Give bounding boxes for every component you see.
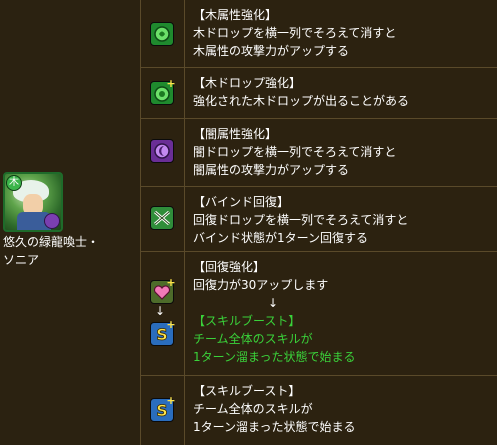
awakening-text: 【木ドロップ強化】 強化された木ドロップが出ることがある xyxy=(193,74,495,110)
awakening-text: 【バインド回復】 回復ドロップを横一列でそろえて消すと バインド状態が1ターン回… xyxy=(193,193,495,247)
awakening-table: 木 悠久の緑龍喚士・ ソニア 【木属性強化】 木ドロップを横一列でそろえて消すと… xyxy=(0,0,497,445)
awakening-row: 【バインド回復】 回復ドロップを横一列でそろえて消すと バインド状態が1ターン回… xyxy=(141,187,497,252)
awakening-desc: 闇ドロップを横一列でそろえて消すと xyxy=(193,145,397,159)
monster-card[interactable]: 木 悠久の緑龍喚士・ ソニア xyxy=(3,172,139,269)
awakening-title: 【バインド回復】 xyxy=(193,195,290,209)
awakening-title: 【木ドロップ強化】 xyxy=(193,76,302,90)
monster-column: 木 悠久の緑龍喚士・ ソニア xyxy=(0,0,141,445)
super-awakening-desc: チーム全体のスキルが xyxy=(193,332,313,346)
awakening-text: 【回復強化】 回復力が30アップします ↓ 【スキルブースト】 チーム全体のスキ… xyxy=(193,258,495,366)
down-arrow-icon: ↓ xyxy=(155,304,166,318)
wood-row-enhance-icon[interactable] xyxy=(150,22,174,46)
awakening-text: 【闇属性強化】 闇ドロップを横一列でそろえて消すと 闇属性の攻撃力がアップする xyxy=(193,125,495,179)
dark-row-enhance-icon[interactable] xyxy=(150,139,174,163)
wood-attribute-icon: 木 xyxy=(6,175,22,191)
awakening-text: 【スキルブースト】 チーム全体のスキルが 1ターン溜まった状態で始まる xyxy=(193,382,495,436)
awakening-list: 【木属性強化】 木ドロップを横一列でそろえて消すと 木属性の攻撃力がアップする … xyxy=(141,0,497,445)
skill-boost-icon[interactable]: S + xyxy=(150,394,176,422)
awakening-icon-cell xyxy=(141,0,185,67)
monster-name-line2: ソニア xyxy=(3,253,40,267)
monster-portrait[interactable]: 木 xyxy=(3,172,63,232)
awakening-icon-cell xyxy=(141,119,185,186)
awakening-desc: 1ターン溜まった状態で始まる xyxy=(193,420,356,434)
plus-icon: + xyxy=(166,276,176,289)
plus-icon: + xyxy=(166,77,176,90)
awakening-title: 【木属性強化】 xyxy=(193,8,278,22)
awakening-desc: 回復力が30アップします xyxy=(193,278,329,292)
enhanced-wood-orb-icon[interactable]: + xyxy=(150,77,176,105)
dark-subattribute-icon xyxy=(44,213,60,229)
awakening-icon-cell: + xyxy=(141,68,185,118)
awakening-title: 【回復強化】 xyxy=(193,260,266,274)
awakening-title: 【闇属性強化】 xyxy=(193,127,278,141)
awakening-desc: 回復ドロップを横一列でそろえて消すと xyxy=(193,213,409,227)
awakening-icon-cell: + ↓ S + xyxy=(141,252,185,375)
awakening-icon-cell xyxy=(141,187,185,251)
plus-icon: + xyxy=(166,318,176,331)
awakening-desc: 木属性の攻撃力がアップする xyxy=(193,44,350,58)
down-arrow-icon: ↓ xyxy=(268,296,279,310)
skill-boost-icon[interactable]: S + xyxy=(150,318,176,346)
monster-name[interactable]: 悠久の緑龍喚士・ ソニア xyxy=(3,233,139,269)
awakening-icon-cell: S + xyxy=(141,376,185,445)
recovery-boost-icon[interactable]: + xyxy=(150,276,176,304)
plus-icon: + xyxy=(166,394,176,407)
awakening-desc: 闇属性の攻撃力がアップする xyxy=(193,163,350,177)
awakening-desc: チーム全体のスキルが xyxy=(193,402,313,416)
awakening-row: S + 【スキルブースト】 チーム全体のスキルが 1ターン溜まった状態で始まる xyxy=(141,376,497,445)
awakening-row: + ↓ S + 【回復強化】 回復力が30アップします ↓ 【スキルブースト】 … xyxy=(141,252,497,376)
bind-recovery-icon[interactable] xyxy=(150,206,174,230)
awakening-title: 【スキルブースト】 xyxy=(193,384,301,398)
awakening-text: 【木属性強化】 木ドロップを横一列でそろえて消すと 木属性の攻撃力がアップする xyxy=(193,6,495,60)
awakening-desc: 木ドロップを横一列でそろえて消すと xyxy=(193,26,397,40)
awakening-row: 【闇属性強化】 闇ドロップを横一列でそろえて消すと 闇属性の攻撃力がアップする xyxy=(141,119,497,187)
awakening-row: 【木属性強化】 木ドロップを横一列でそろえて消すと 木属性の攻撃力がアップする xyxy=(141,0,497,68)
monster-name-line1: 悠久の緑龍喚士・ xyxy=(3,235,100,249)
super-awakening-title: 【スキルブースト】 xyxy=(193,314,301,328)
awakening-desc: バインド状態が1ターン回復する xyxy=(193,231,369,245)
awakening-row: + 【木ドロップ強化】 強化された木ドロップが出ることがある xyxy=(141,68,497,119)
super-awakening-desc: 1ターン溜まった状態で始まる xyxy=(193,350,356,364)
awakening-desc: 強化された木ドロップが出ることがある xyxy=(193,94,410,108)
